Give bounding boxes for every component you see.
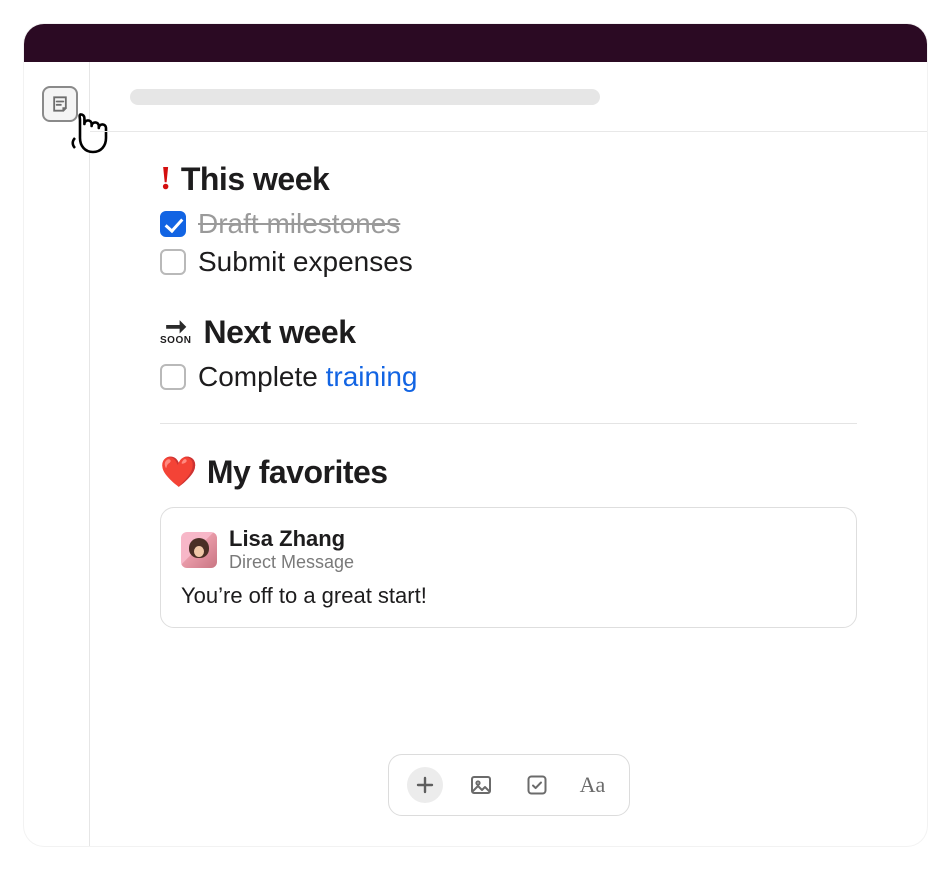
section-title: Next week — [203, 314, 355, 351]
checklist-label: Complete training — [198, 361, 417, 393]
section-heading-this-week: ! This week — [160, 160, 857, 198]
format-button[interactable]: Aa — [575, 767, 611, 803]
section-title: My favorites — [207, 454, 388, 491]
soon-icon: ➞ SOON — [160, 319, 191, 346]
image-button[interactable] — [463, 767, 499, 803]
checkbox-checked-icon[interactable] — [160, 211, 186, 237]
floating-toolbar: Aa — [388, 754, 630, 816]
section-heading-favorites: ❤️ My favorites — [160, 454, 857, 491]
plus-icon — [413, 773, 437, 797]
checklist-label: Draft milestones — [198, 208, 400, 240]
favorite-message-card[interactable]: Lisa Zhang Direct Message You’re off to … — [160, 507, 857, 628]
section-heading-next-week: ➞ SOON Next week — [160, 314, 857, 351]
text-format-icon: Aa — [580, 772, 606, 798]
checklist-label: Submit expenses — [198, 246, 413, 278]
message-text: You’re off to a great start! — [181, 583, 836, 609]
sidebar-rail — [24, 62, 90, 846]
checkbox-tool-icon — [525, 773, 549, 797]
message-source: Direct Message — [229, 552, 354, 573]
add-button[interactable] — [407, 767, 443, 803]
document-icon — [50, 94, 70, 114]
card-header: Lisa Zhang Direct Message — [181, 526, 836, 573]
divider — [160, 423, 857, 424]
exclamation-icon: ! — [160, 160, 171, 198]
header-strip — [90, 62, 927, 132]
title-placeholder[interactable] — [130, 89, 600, 105]
checklist-item[interactable]: Submit expenses — [160, 246, 857, 278]
checklist-item[interactable]: Draft milestones — [160, 208, 857, 240]
app-window: ! This week Draft milestones Submit expe… — [24, 24, 927, 846]
section-title: This week — [181, 161, 329, 198]
checkbox-icon[interactable] — [160, 364, 186, 390]
image-icon — [469, 773, 493, 797]
heart-icon: ❤️ — [160, 458, 197, 488]
canvas-content[interactable]: ! This week Draft milestones Submit expe… — [90, 132, 927, 846]
main-content: ! This week Draft milestones Submit expe… — [90, 62, 927, 846]
titlebar — [24, 24, 927, 62]
checklist-item[interactable]: Complete training — [160, 361, 857, 393]
checklist-button[interactable] — [519, 767, 555, 803]
checkbox-icon[interactable] — [160, 249, 186, 275]
avatar — [181, 532, 217, 568]
body: ! This week Draft milestones Submit expe… — [24, 62, 927, 846]
canvas-icon-button[interactable] — [42, 86, 78, 122]
sender-name: Lisa Zhang — [229, 526, 354, 552]
training-link[interactable]: training — [326, 361, 418, 392]
